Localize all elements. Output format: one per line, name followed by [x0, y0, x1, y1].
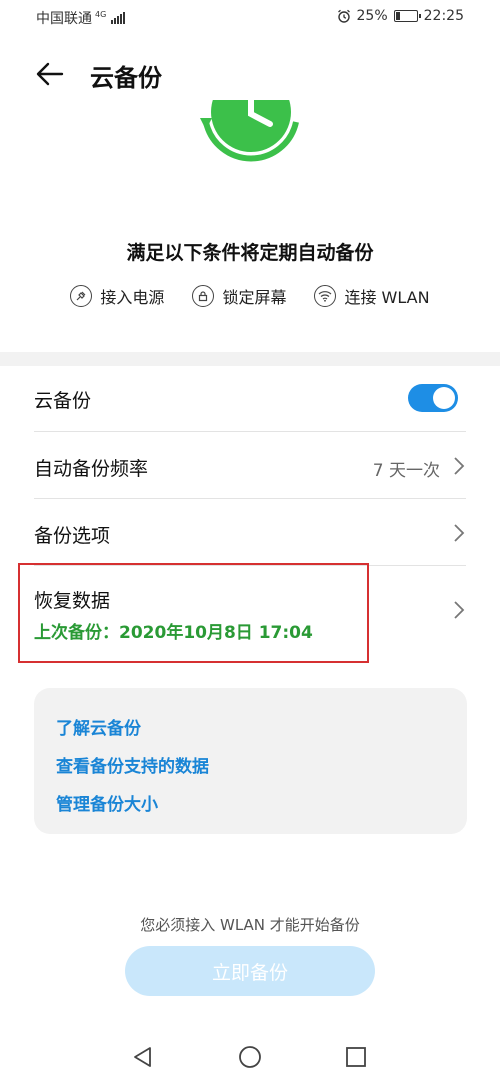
app-header: 云备份 [0, 48, 500, 100]
clock-time: 22:25 [423, 8, 464, 24]
arrow-left-icon [36, 62, 64, 86]
backup-options-label: 备份选项 [34, 525, 111, 547]
cloud-backup-toggle[interactable] [408, 384, 458, 412]
cloud-backup-graphic [198, 100, 304, 172]
conditions-list: 接入电源 锁定屏幕 连接 WLAN [0, 284, 500, 308]
chevron-right-icon [454, 457, 465, 475]
backup-now-button[interactable]: 立即备份 [125, 946, 375, 996]
cloud-backup-label: 云备份 [34, 390, 92, 412]
condition-lock: 锁定屏幕 [192, 284, 286, 308]
condition-wlan: 连接 WLAN [314, 284, 430, 308]
nav-home-button[interactable] [235, 1042, 265, 1072]
backup-clock-icon [200, 100, 299, 162]
wlan-notice: 您必须接入 WLAN 才能开始备份 [140, 916, 360, 934]
wifi-icon [314, 285, 337, 307]
carrier-name: 中国联通 [36, 11, 92, 27]
page-title: 云备份 [90, 64, 162, 92]
chevron-right-icon [454, 601, 465, 619]
square-recents-icon [346, 1047, 366, 1067]
network-type: 4G [95, 10, 107, 19]
supported-data-link[interactable]: 查看备份支持的数据 [56, 752, 209, 777]
battery-percent: 25% [356, 8, 388, 24]
signal-icon [111, 12, 126, 24]
auto-frequency-row[interactable]: 自动备份频率 7 天一次 [34, 432, 466, 499]
auto-frequency-value: 7 天一次 [372, 461, 440, 481]
battery-icon [393, 10, 421, 22]
backup-options-row[interactable]: 备份选项 [34, 499, 466, 566]
circle-home-icon [239, 1046, 261, 1068]
conditions-title: 满足以下条件将定期自动备份 [126, 242, 374, 264]
lock-icon [192, 285, 215, 307]
learn-cloud-backup-link[interactable]: 了解云备份 [56, 714, 141, 739]
condition-power-label: 接入电源 [100, 288, 165, 307]
back-button[interactable] [30, 56, 70, 92]
annotation-highlight-box [18, 563, 369, 663]
plug-icon [70, 285, 93, 307]
auto-frequency-label: 自动备份频率 [34, 458, 149, 480]
system-nav-bar [0, 1030, 500, 1083]
manage-size-link[interactable]: 管理备份大小 [56, 790, 158, 815]
condition-lock-label: 锁定屏幕 [222, 288, 287, 307]
condition-wlan-label: 连接 WLAN [344, 288, 430, 307]
condition-power: 接入电源 [70, 284, 164, 308]
status-left: 中国联通 4G [36, 8, 126, 28]
cloud-backup-row[interactable]: 云备份 [34, 366, 466, 432]
alarm-icon [337, 9, 350, 23]
triangle-back-icon [134, 1047, 151, 1067]
info-card: 了解云备份 查看备份支持的数据 管理备份大小 [34, 688, 467, 834]
toggle-knob [433, 387, 455, 409]
chevron-right-icon [454, 524, 465, 542]
status-right: 25% 22:25 [337, 8, 464, 24]
nav-back-button[interactable] [128, 1042, 158, 1072]
section-divider [0, 352, 500, 366]
nav-recents-button[interactable] [341, 1042, 371, 1072]
status-bar: 中国联通 4G 25% 22:25 [0, 0, 500, 36]
